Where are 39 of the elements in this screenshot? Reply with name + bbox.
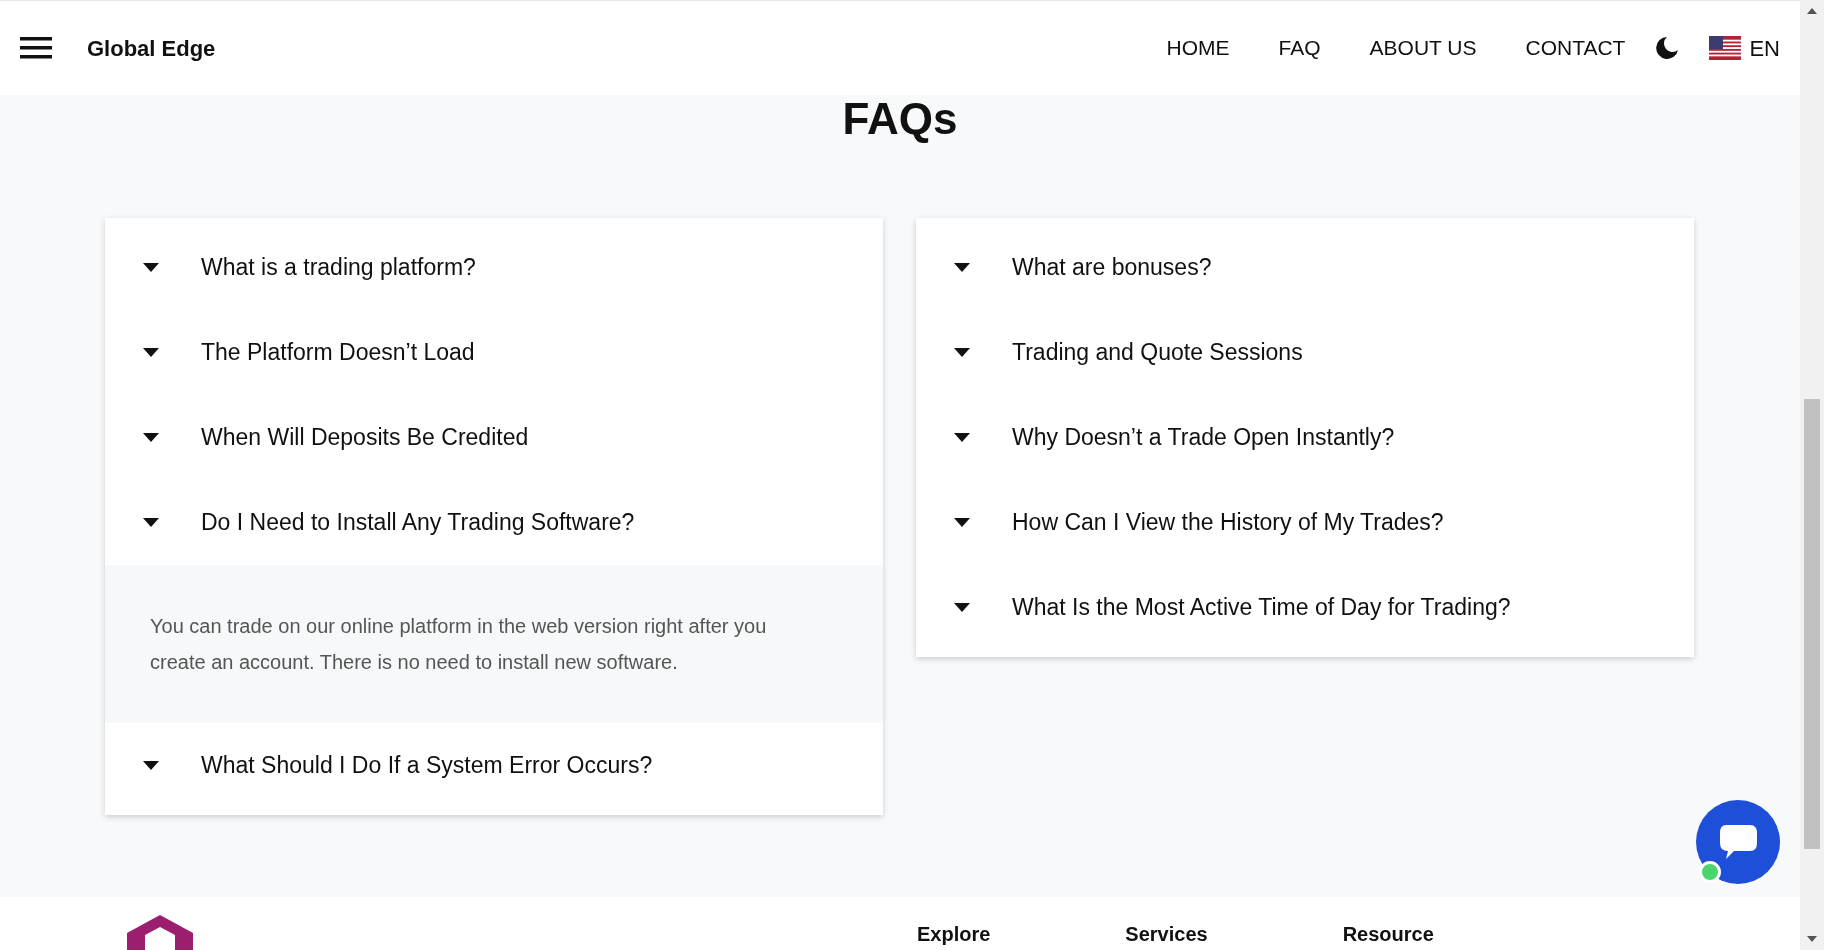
- scroll-thumb[interactable]: [1804, 399, 1820, 849]
- nav-link[interactable]: HOME: [1166, 32, 1230, 64]
- nav-link[interactable]: CONTACT: [1525, 32, 1626, 64]
- faq-question[interactable]: What are bonuses?: [916, 225, 1694, 310]
- caret-icon: [954, 518, 970, 527]
- caret-icon: [143, 433, 159, 442]
- scroll-down-icon[interactable]: [1807, 936, 1817, 942]
- faq-question[interactable]: Why Doesn’t a Trade Open Instantly?: [916, 395, 1694, 480]
- faq-question[interactable]: What Should I Do If a System Error Occurs?: [105, 723, 883, 808]
- brand-name[interactable]: Global Edge: [87, 31, 216, 65]
- caret-icon: [954, 348, 970, 357]
- faq-question[interactable]: How Can I View the History of My Trades?: [916, 480, 1694, 565]
- nav-link[interactable]: ABOUT US: [1369, 32, 1477, 64]
- page-title: FAQs: [841, 97, 959, 141]
- faq-question[interactable]: Trading and Quote Sessions: [916, 310, 1694, 395]
- faq-question[interactable]: Do I Need to Install Any Trading Software?: [105, 480, 883, 565]
- caret-icon: [143, 761, 159, 770]
- caret-icon: [954, 263, 970, 272]
- caret-icon: [143, 518, 159, 527]
- footer-heading: Resource: [1342, 922, 1434, 947]
- caret-icon: [954, 433, 970, 442]
- footer-heading: Explore: [917, 922, 991, 947]
- speech-bubble-icon: [1718, 823, 1758, 861]
- caret-icon: [143, 348, 159, 357]
- menu-icon[interactable]: [20, 37, 52, 59]
- faq-question[interactable]: What is a trading platform?: [105, 225, 883, 310]
- faq-answer: You can trade on our online platform in the web version right after you create an account. There is no need to install new software.: [150, 614, 768, 675]
- language-selector[interactable]: EN: [1709, 31, 1780, 65]
- moon-icon[interactable]: [1655, 36, 1680, 60]
- caret-icon: [954, 603, 970, 612]
- flag-icon: [1709, 36, 1742, 60]
- nav-link[interactable]: FAQ: [1278, 32, 1321, 64]
- faq-question[interactable]: The Platform Doesn’t Load: [105, 310, 883, 395]
- caret-icon: [143, 263, 159, 272]
- scroll-up-icon[interactable]: [1807, 8, 1817, 14]
- footer-heading: Services: [1125, 922, 1208, 947]
- scrollbar[interactable]: [1800, 0, 1824, 950]
- faq-question[interactable]: What Is the Most Active Time of Day for Trading?: [916, 565, 1694, 650]
- faq-question[interactable]: When Will Deposits Be Credited: [105, 395, 883, 480]
